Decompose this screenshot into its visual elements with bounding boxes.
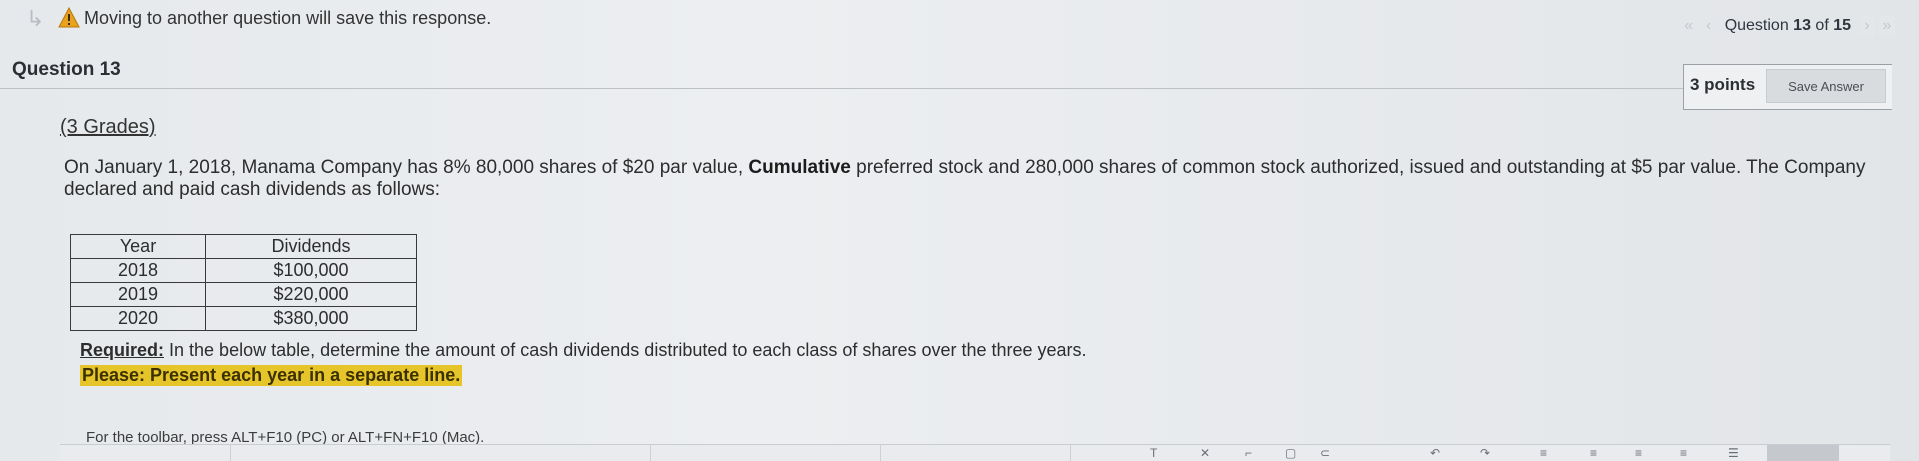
dividends-table: Year Dividends 2018 $100,000 2019 $220,0…	[70, 234, 417, 331]
image-icon[interactable]: ▢	[1285, 447, 1296, 459]
required-label: Required:	[80, 340, 165, 360]
points-panel: 3 points Save Answer	[1683, 64, 1892, 110]
question-title: Question 13	[12, 59, 121, 80]
grades-label: (3 Grades)	[60, 116, 156, 138]
link-icon[interactable]: ⊂	[1320, 447, 1330, 459]
table-cell-dividends: $380,000	[205, 306, 417, 331]
undo-icon[interactable]: ↶	[1430, 447, 1440, 459]
required-instruction: Required: In the below table, determine …	[80, 340, 1087, 360]
paint-icon[interactable]: ⌐	[1245, 447, 1252, 459]
next-question-button[interactable]: ›	[1859, 16, 1875, 36]
strikethrough-icon[interactable]: ✕	[1200, 447, 1210, 459]
question-navigation: « ‹ Question 13 of 15 › »	[1680, 14, 1895, 38]
table-row: 2020 $380,000	[70, 306, 417, 331]
cumulative-emphasis: Cumulative	[748, 157, 851, 178]
save-answer-button[interactable]: Save Answer	[1766, 69, 1886, 103]
table-row: 2018 $100,000	[70, 258, 417, 283]
table-header-year: Year	[70, 234, 206, 259]
points-label: 3 points	[1690, 75, 1756, 94]
table-header-row: Year Dividends	[70, 234, 417, 259]
table-cell-dividends: $100,000	[205, 258, 417, 283]
first-question-button[interactable]: «	[1680, 16, 1697, 36]
toolbar-separator	[880, 445, 881, 461]
toolbar-separator	[650, 445, 651, 461]
question-header: Question 13	[0, 52, 1685, 89]
table-cell-year: 2020	[70, 306, 206, 331]
table-header-dividends: Dividends	[205, 234, 417, 259]
last-question-button[interactable]: »	[1879, 16, 1895, 36]
text-color-icon[interactable]: T	[1150, 447, 1157, 459]
please-highlight: Please: Present each year in a separate …	[80, 365, 463, 386]
table-row: 2019 $220,000	[70, 282, 417, 307]
align-left-icon[interactable]: ≡	[1540, 447, 1547, 459]
return-arrow-icon: ↳	[26, 6, 45, 31]
redo-icon[interactable]: ↷	[1480, 447, 1490, 459]
table-cell-year: 2018	[70, 258, 206, 283]
warning-icon	[58, 7, 80, 28]
justify-icon[interactable]: ≡	[1680, 447, 1687, 459]
top-bar: ↳ Moving to another question will save t…	[0, 0, 1919, 40]
bullet-list-icon[interactable]: ☰	[1728, 447, 1739, 459]
toolbar-expand-button[interactable]	[1767, 445, 1839, 461]
align-center-icon[interactable]: ≡	[1590, 447, 1597, 459]
align-right-icon[interactable]: ≡	[1635, 447, 1642, 459]
question-counter: Question 13 of 15	[1724, 17, 1851, 34]
question-paragraph: On January 1, 2018, Manama Company has 8…	[64, 157, 1866, 200]
editor-toolbar: T ✕ ⌐ ▢ ⊂ ↶ ↷ ≡ ≡ ≡ ≡ ☰	[60, 444, 1890, 461]
table-cell-year: 2019	[70, 282, 206, 307]
table-cell-dividends: $220,000	[205, 282, 417, 307]
previous-question-button[interactable]: ‹	[1700, 16, 1717, 36]
save-notice-text: Moving to another question will save thi…	[84, 8, 492, 28]
toolbar-separator	[230, 445, 231, 461]
toolbar-separator	[1070, 445, 1071, 461]
